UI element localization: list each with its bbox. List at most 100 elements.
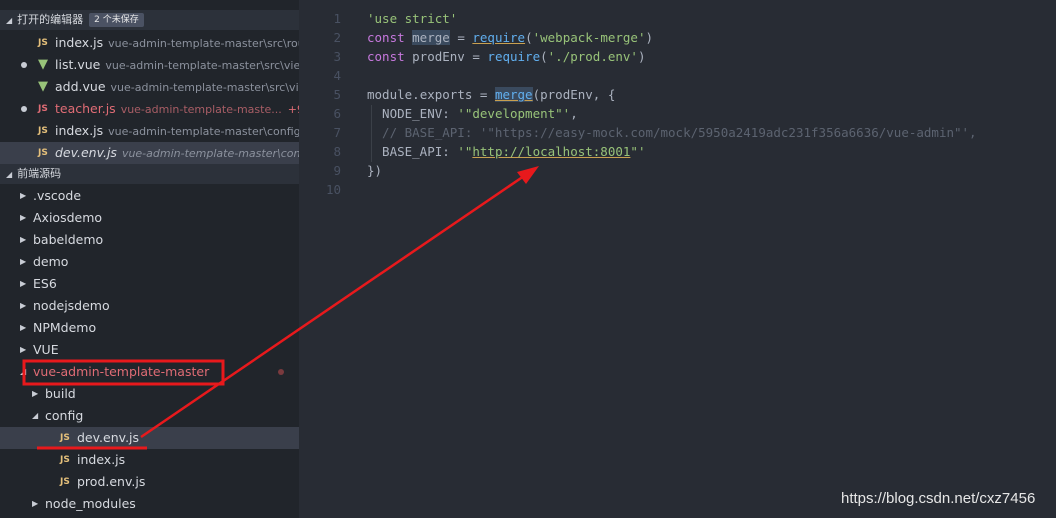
- chevron-right-icon[interactable]: ▶: [20, 273, 26, 295]
- code-token: const: [367, 30, 413, 45]
- line-number: 3: [333, 49, 341, 64]
- open-editor-label: dev.env.js vue-admin-template-master\conf…: [55, 142, 299, 164]
- code-line[interactable]: }): [367, 161, 382, 180]
- tree-item[interactable]: ▶ .vscode: [0, 185, 299, 207]
- tree-item[interactable]: JS index.js: [0, 449, 299, 471]
- code-token: '"development"': [457, 106, 571, 121]
- tree-item[interactable]: ▶ demo: [0, 251, 299, 273]
- code-line[interactable]: const prodEnv = require('./prod.env'): [367, 47, 645, 66]
- js-icon: JS: [38, 38, 48, 48]
- vue-icon: ▼: [38, 57, 48, 72]
- code-line[interactable]: const merge = require('webpack-merge'): [367, 28, 653, 47]
- tree-item[interactable]: ▶ node_modules: [0, 493, 299, 515]
- code-token: // BASE_API: '"https://easy-mock.com/moc…: [367, 125, 977, 140]
- code-token: =: [464, 49, 488, 64]
- open-editor-item[interactable]: JS teacher.js vue-admin-template-maste... +…: [0, 98, 299, 120]
- open-editor-item[interactable]: JS index.js vue-admin-template-master\src\…: [0, 32, 299, 54]
- vue-icon: ▼: [38, 79, 48, 94]
- file-path: vue-admin-template-master\src\rou...: [108, 37, 299, 50]
- chevron-right-icon[interactable]: ▶: [20, 229, 26, 251]
- code-token: NODE_ENV:: [367, 106, 458, 121]
- line-number: 4: [333, 68, 341, 83]
- tree-item[interactable]: ▶ nodejsdemo: [0, 295, 299, 317]
- line-number: 2: [333, 30, 341, 45]
- folder-header[interactable]: ◢ 前端源码: [0, 164, 299, 184]
- file-path: vue-admin-template-master\config: [121, 147, 299, 160]
- chevron-right-icon[interactable]: ▶: [20, 339, 26, 361]
- line-number: 10: [325, 182, 341, 197]
- file-name: index.js: [55, 35, 104, 50]
- code-line[interactable]: BASE_API: '"http://localhost:8001"': [367, 142, 645, 161]
- code-line[interactable]: // BASE_API: '"https://easy-mock.com/moc…: [367, 123, 977, 142]
- code-token: exports: [419, 87, 473, 102]
- watermark: https://blog.csdn.net/cxz7456: [841, 490, 1036, 507]
- code-token: require: [487, 49, 541, 64]
- chevron-down-icon[interactable]: ◢: [20, 361, 26, 383]
- tree-item[interactable]: ▶ Axiosdemo: [0, 207, 299, 229]
- line-number: 8: [333, 144, 341, 159]
- chevron-right-icon[interactable]: ▶: [20, 207, 26, 229]
- open-editors-title: 打开的编辑器: [17, 13, 84, 26]
- open-editor-item[interactable]: JS index.js vue-admin-template-master\conf…: [0, 120, 299, 142]
- code-token: module: [367, 87, 413, 102]
- tree-item[interactable]: ▶ VUE: [0, 339, 299, 361]
- code-token: (: [540, 49, 548, 64]
- unsaved-badge: 2 个未保存: [89, 13, 144, 27]
- modified-dot-icon: [278, 369, 284, 375]
- open-editors-header[interactable]: ◢ 打开的编辑器 2 个未保存: [0, 10, 299, 30]
- code-line[interactable]: 'use strict': [367, 9, 457, 28]
- chevron-right-icon[interactable]: ▶: [20, 295, 26, 317]
- open-editor-label: add.vue vue-admin-template-master\src\vie…: [55, 76, 299, 98]
- file-name: add.vue: [55, 79, 106, 94]
- code-token: '": [457, 144, 473, 159]
- code-token: }): [367, 163, 383, 178]
- tree-item[interactable]: ◢ config: [0, 405, 299, 427]
- code-token: http://localhost:8001: [472, 144, 631, 159]
- chevron-right-icon[interactable]: ▶: [20, 185, 26, 207]
- chevron-right-icon[interactable]: ▶: [20, 251, 26, 273]
- code-editor[interactable]: 1 2 3 4 5 6 7 8 9 10 'use strict' const merge = re…: [299, 0, 1056, 518]
- code-token: ): [637, 49, 646, 64]
- open-editor-label: list.vue vue-admin-template-master\src\vi…: [55, 54, 299, 76]
- folder-label: node_modules: [45, 496, 136, 511]
- folder-label: .vscode: [33, 188, 82, 203]
- chevron-right-icon[interactable]: ▶: [20, 317, 26, 339]
- open-editor-item[interactable]: ▼ list.vue vue-admin-template-master\src\v…: [0, 54, 299, 76]
- file-name: teacher.js: [55, 101, 116, 116]
- tree-item[interactable]: ▶ build: [0, 383, 299, 405]
- file-name: list.vue: [55, 57, 101, 72]
- folder-label: build: [45, 386, 76, 401]
- file-name: index.js: [55, 123, 104, 138]
- code-token: ): [645, 30, 654, 45]
- tree-item[interactable]: JS prod.env.js: [0, 471, 299, 493]
- code-line[interactable]: module.exports = merge(prodEnv, {: [367, 85, 615, 104]
- file-path: vue-admin-template-master\config: [108, 125, 299, 138]
- tree-item[interactable]: ▶ babeldemo: [0, 229, 299, 251]
- open-editor-item[interactable]: JS dev.env.js vue-admin-template-master\co…: [0, 142, 299, 164]
- tree-item[interactable]: JS dev.env.js: [0, 427, 299, 449]
- line-number: 5: [333, 87, 341, 102]
- js-icon: JS: [38, 148, 48, 158]
- chevron-right-icon[interactable]: ▶: [32, 383, 38, 405]
- tree-item[interactable]: ◢ vue-admin-template-master: [0, 361, 299, 383]
- unsaved-dot-icon[interactable]: [21, 62, 27, 68]
- code-token: 'webpack-merge': [532, 30, 646, 45]
- chevron-down-icon: ◢: [6, 170, 13, 179]
- explorer-sidebar: ◢ 打开的编辑器 2 个未保存 JS index.js vue-admin-templa…: [0, 0, 299, 518]
- chevron-right-icon[interactable]: ▶: [32, 493, 38, 515]
- code-token: .: [412, 87, 420, 102]
- js-icon: JS: [60, 477, 70, 487]
- file-path: vue-admin-template-master\src\view...: [105, 59, 299, 72]
- file-label: dev.env.js: [77, 430, 140, 445]
- tree-item[interactable]: ▶ NPMdemo: [0, 317, 299, 339]
- line-number: 6: [333, 106, 341, 121]
- tree-item[interactable]: ▶ ES6: [0, 273, 299, 295]
- code-line[interactable]: NODE_ENV: '"development"',: [367, 104, 578, 123]
- code-token: "': [630, 144, 646, 159]
- open-editor-item[interactable]: ▼ add.vue vue-admin-template-master\src\vi…: [0, 76, 299, 98]
- code-token: ,: [570, 106, 578, 121]
- unsaved-dot-icon[interactable]: [21, 106, 27, 112]
- folder-label: VUE: [33, 342, 59, 357]
- chevron-down-icon[interactable]: ◢: [32, 405, 38, 427]
- chevron-down-icon: ◢: [6, 16, 13, 25]
